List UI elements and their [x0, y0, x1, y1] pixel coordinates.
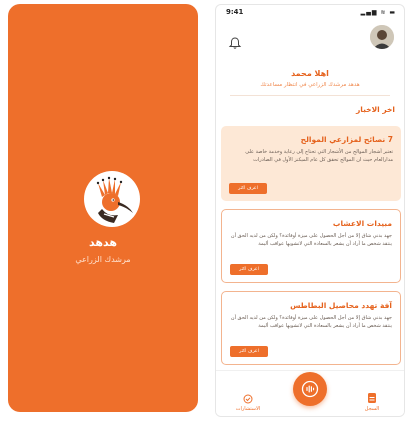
read-more-button[interactable]: اعرف اكثر	[230, 264, 268, 275]
tab-consultations[interactable]: الاستشارات	[228, 394, 268, 412]
tab-consultations-label: الاستشارات	[235, 406, 261, 412]
news-section-title: اخر الاخبار	[355, 105, 395, 114]
splash-screen: هدهد مرشدك الزراعي	[8, 4, 198, 412]
news-card-title: 7 نصائح لمزارعي الموالح	[300, 135, 393, 144]
news-card[interactable]: مبيدات الاعشاب جهد بدني شاق إلا من أجل ا…	[221, 209, 401, 283]
news-card-body: جهد بدني شاق إلا من أجل الحصول على ميزة …	[230, 315, 392, 329]
divider	[230, 95, 390, 96]
greeting: اهلا محمد	[291, 69, 329, 78]
status-icons: ▂▄▆ ≋ ▬	[360, 9, 396, 16]
read-more-button[interactable]: اعرف اكثر	[229, 183, 267, 194]
consultations-icon	[243, 394, 253, 404]
status-time: 9:41	[226, 8, 244, 16]
user-avatar[interactable]	[370, 25, 394, 49]
tab-history-label: السجل	[364, 406, 380, 412]
news-card-title: مبيدات الاعشاب	[332, 219, 392, 228]
microphone-icon	[301, 380, 319, 398]
news-card[interactable]: آفة تهدد محاصيل البطاطس جهد بدني شاق إلا…	[221, 291, 401, 365]
news-card[interactable]: 7 نصائح لمزارعي الموالح تعتبر أشجار المو…	[221, 126, 401, 201]
app-tagline: مرشدك الزراعي	[75, 255, 131, 264]
hoopoe-logo-icon	[84, 171, 140, 227]
app-name: هدهد	[89, 236, 117, 249]
greeting-subtitle: هدهد مرشدك الزراعي في انتظار مساعدتك	[260, 82, 360, 88]
tab-history[interactable]: السجل	[352, 392, 392, 412]
news-card-body: تعتبر أشجار الموالح من الأشجار التي تحتا…	[245, 149, 393, 163]
news-card-title: آفة تهدد محاصيل البطاطس	[290, 301, 392, 310]
voice-assistant-button[interactable]	[293, 372, 327, 406]
news-card-body: جهد بدني شاق إلا من أجل الحصول على ميزة …	[230, 233, 392, 247]
home-screen: 9:41 ▂▄▆ ≋ ▬ اهلا محمد هدهد مرشدك الزراع…	[215, 4, 405, 417]
history-icon	[368, 393, 376, 403]
notification-bell-icon[interactable]	[228, 35, 242, 49]
read-more-button[interactable]: اعرف اكثر	[230, 346, 268, 357]
